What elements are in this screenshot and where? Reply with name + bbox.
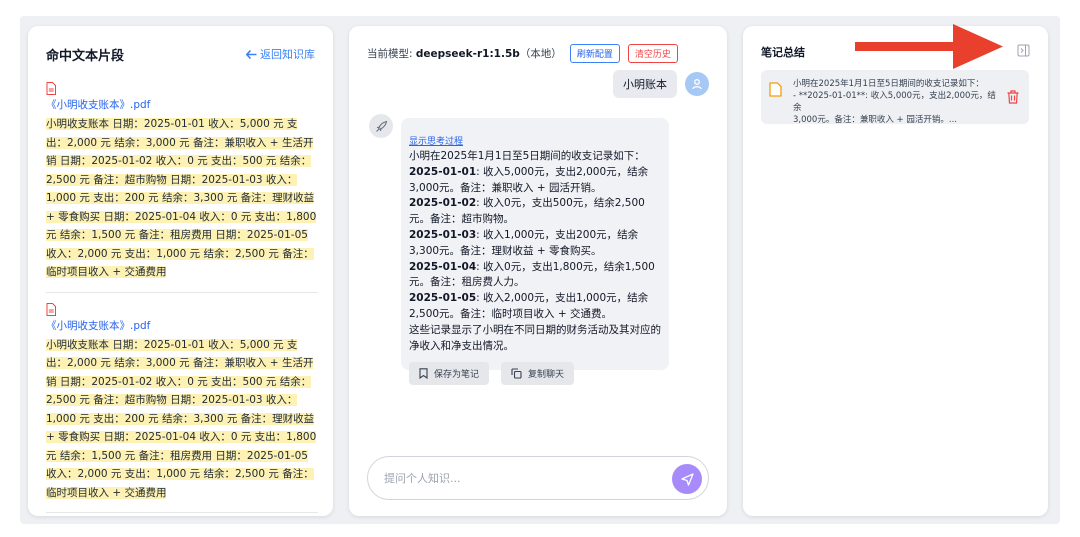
snippets-header: 命中文本片段 返回知识库 <box>46 44 315 64</box>
snippet-item: 《小明收支账本》.pdf 小明收支账本 日期：2025-01-01 收入：5,0… <box>46 302 318 513</box>
red-arrow-annotation <box>855 24 1003 69</box>
send-icon <box>680 472 694 486</box>
entry-date: 2025-01-01 <box>409 165 477 178</box>
send-button[interactable] <box>672 464 702 494</box>
message-actions: 保存为笔记 复制聊天 <box>409 362 661 386</box>
show-thinking-link[interactable]: 显示思考过程 <box>409 134 661 147</box>
user-avatar-icon <box>692 79 702 90</box>
note-line: 小明在2025年1月1日至5日期间的收支记录如下： <box>793 79 984 89</box>
user-message-row: 小明账本 <box>613 70 709 98</box>
snippet-text: 小明收支账本 日期：2025-01-01 收入：5,000 元 支出：2,000… <box>46 336 318 503</box>
snippet-highlight: 小明收支账本 日期：2025-01-01 收入：5,000 元 支出：2,000… <box>46 118 317 278</box>
snippet-file-link[interactable]: 《小明收支账本》.pdf <box>46 318 318 333</box>
model-suffix: （本地） <box>519 48 562 60</box>
user-avatar <box>685 72 709 96</box>
model-prefix: 当前模型: <box>367 48 416 60</box>
copy-icon <box>511 368 522 379</box>
bot-avatar <box>369 114 393 138</box>
snippet-text: 小明收支账本 日期：2025-01-01 收入：5,000 元 支出：2,000… <box>46 115 318 282</box>
notes-panel: 笔记总结 小明在2025年1月1日至5日期间的收支记录如下： - **2025-… <box>743 26 1048 516</box>
snippet-item: 《小明收支账本》.pdf 小明收支账本 日期：2025-01-01 收入：5,0… <box>46 82 318 293</box>
answer-entry: 2025-01-03: 收入1,000元，支出200元，结余3,300元。备注：… <box>409 228 661 260</box>
arrow-left-icon <box>246 49 257 59</box>
note-card[interactable]: 小明在2025年1月1日至5日期间的收支记录如下： - **2025-01-01… <box>761 70 1029 126</box>
entry-date: 2025-01-02 <box>409 197 477 210</box>
file-pdf-icon <box>46 302 56 316</box>
back-to-knowledge-base-link[interactable]: 返回知识库 <box>246 46 315 62</box>
answer-outro: 这些记录显示了小明在不同日期的财务活动及其对应的净收入和净支出情况。 <box>409 323 661 352</box>
snippet-file-link[interactable]: 《小明收支账本》.pdf <box>46 97 318 112</box>
model-name: deepseek-r1:1.5b <box>415 48 520 60</box>
note-line: 3,000元。备注：兼职收入 + 园活开销。... <box>793 115 957 125</box>
trash-icon[interactable] <box>1007 90 1019 104</box>
chat-input[interactable] <box>384 468 654 488</box>
chat-input-box <box>367 456 709 500</box>
clear-history-button[interactable]: 清空历史 <box>627 44 678 63</box>
current-model-label: 当前模型: deepseek-r1:1.5b（本地） <box>367 46 562 61</box>
copy-chat-button[interactable]: 复制聊天 <box>501 362 575 386</box>
collapse-panel-icon[interactable] <box>1017 44 1030 57</box>
snippet-highlight: 小明收支账本 日期：2025-01-01 收入：5,000 元 支出：2,000… <box>46 338 317 499</box>
answer-entry: 2025-01-04: 收入0元，支出1,800元，结余1,500元。备注：租房… <box>409 260 661 292</box>
file-pdf-icon <box>46 82 56 95</box>
snippets-title: 命中文本片段 <box>46 48 125 64</box>
answer-entry: 2025-01-05: 收入2,000元，支出1,000元，结余2,500元。备… <box>409 291 661 323</box>
chat-panel: 当前模型: deepseek-r1:1.5b（本地） 刷新配置 清空历史 小明账… <box>349 26 727 516</box>
hit-snippets-panel: 命中文本片段 返回知识库 《小明收支账本》.pdf 小明收支账本 日期：2025… <box>28 26 333 516</box>
snippet-list: 《小明收支账本》.pdf 小明收支账本 日期：2025-01-01 收入：5,0… <box>46 82 318 516</box>
note-line: - **2025-01-01**: 收入5,000元，支出2,000元，结余 <box>793 91 996 113</box>
note-preview: 小明在2025年1月1日至5日期间的收支记录如下： - **2025-01-01… <box>793 78 1001 126</box>
assistant-answer: 小明在2025年1月1日至5日期间的收支记录如下： 2025-01-01: 收入… <box>409 149 661 354</box>
save-as-note-button[interactable]: 保存为笔记 <box>409 362 490 386</box>
copy-chat-label: 复制聊天 <box>528 370 565 381</box>
notes-title: 笔记总结 <box>761 46 805 59</box>
entry-date: 2025-01-05 <box>409 292 477 305</box>
note-icon <box>769 82 782 97</box>
save-as-note-label: 保存为笔记 <box>434 370 480 381</box>
answer-intro: 小明在2025年1月1日至5日期间的收支记录如下： <box>409 150 645 162</box>
user-message-bubble: 小明账本 <box>613 70 677 98</box>
bookmark-icon <box>419 368 428 380</box>
refresh-config-button[interactable]: 刷新配置 <box>569 44 620 63</box>
rocket-icon <box>375 120 387 132</box>
entry-date: 2025-01-04 <box>409 260 477 273</box>
chat-header: 当前模型: deepseek-r1:1.5b（本地） 刷新配置 清空历史 <box>367 44 678 63</box>
answer-entry: 2025-01-01: 收入5,000元，支出2,000元，结余3,000元。备… <box>409 165 661 197</box>
answer-entry: 2025-01-02: 收入0元，支出500元，结余2,500元。备注：超市购物… <box>409 196 661 228</box>
assistant-message-bubble: 显示思考过程 小明在2025年1月1日至5日期间的收支记录如下： 2025-01… <box>401 118 669 386</box>
entry-date: 2025-01-03 <box>409 228 477 241</box>
back-link-label: 返回知识库 <box>260 48 315 61</box>
